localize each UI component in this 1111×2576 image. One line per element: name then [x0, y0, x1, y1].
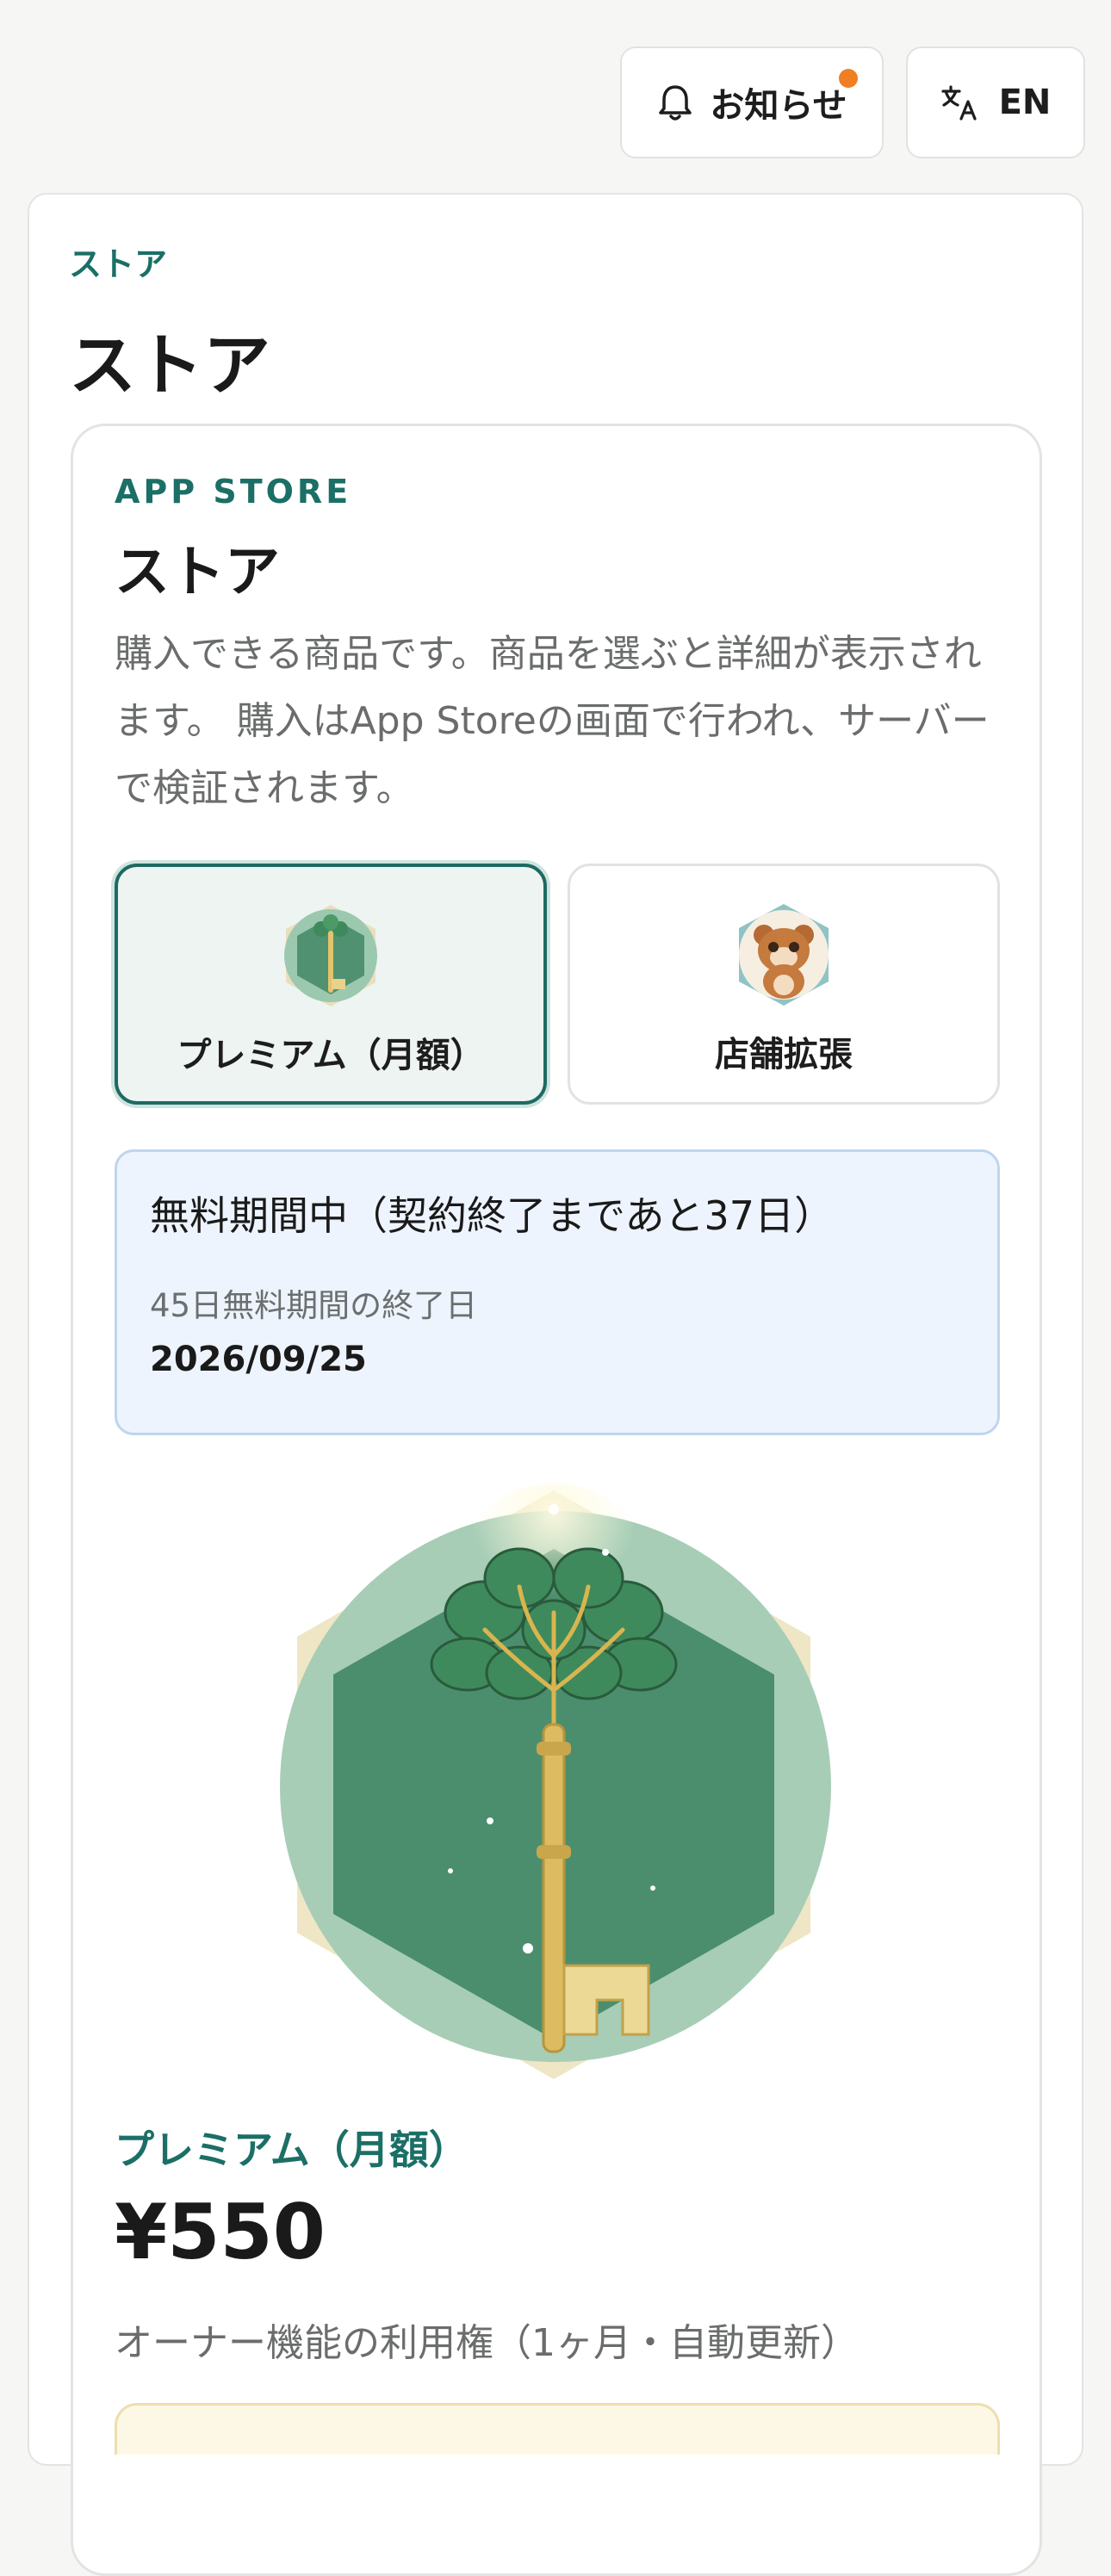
language-label: EN [998, 83, 1052, 122]
notifications-label: お知らせ [710, 86, 847, 126]
bell-icon [659, 85, 692, 121]
trial-status-box: 無料期間中（契約終了まであと37日） 45日無料期間の終了日 2026/09/2… [115, 1149, 1000, 1435]
purchase-notice-box [115, 2403, 1000, 2455]
premium-key-image [280, 1483, 831, 2079]
trial-heading: 無料期間中（契約終了まであと37日） [150, 1192, 835, 1239]
product-name: プレミアム（月額） [115, 2127, 469, 2173]
product-tile-label: 店舗拡張 [715, 1035, 853, 1074]
panel-description: 購入できる商品です。商品を選ぶと詳細が表示されます。 購入はApp Storeの… [115, 632, 990, 810]
language-button[interactable]: EN [906, 46, 1085, 158]
store-card: ストア ストア APP STORE ストア 購入できる商品です。商品を選ぶと詳細… [28, 193, 1083, 2576]
key-leaf-icon [284, 905, 377, 1006]
page-title: ストア [69, 327, 271, 405]
store-panel: APP STORE ストア 購入できる商品です。商品を選ぶと詳細が表示されます。… [71, 424, 1042, 2576]
unread-dot [839, 69, 858, 88]
panel-eyebrow: APP STORE [115, 473, 352, 511]
product-tile-label: プレミアム（月額） [177, 1036, 485, 1075]
tanuki-icon [739, 904, 829, 1006]
product-tile-premium[interactable]: プレミアム（月額） [115, 864, 547, 1105]
panel-title: ストア [115, 541, 280, 604]
notifications-button[interactable]: お知らせ [620, 46, 884, 158]
translate-icon [940, 85, 977, 121]
product-description: オーナー機能の利用権（1ヶ月・自動更新） [115, 2321, 859, 2365]
product-price: ¥550 [115, 2188, 326, 2276]
top-bar: お知らせ EN [620, 46, 1085, 158]
trial-end-date: 2026/09/25 [150, 1340, 367, 1379]
trial-end-label: 45日無料期間の終了日 [150, 1287, 478, 1324]
breadcrumb[interactable]: ストア [69, 238, 167, 285]
product-tile-store-expansion[interactable]: 店舗拡張 [568, 864, 1000, 1105]
